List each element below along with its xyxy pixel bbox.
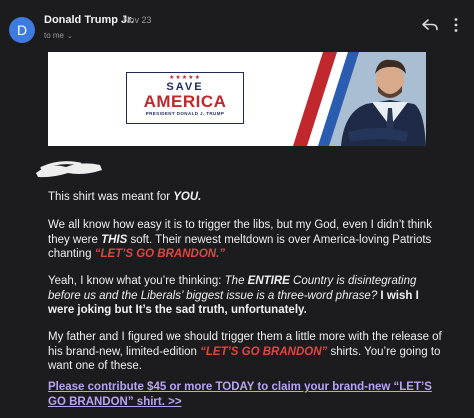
p3-italic-a: The (224, 275, 248, 287)
email-date: Nov 23 (123, 15, 152, 25)
p1-emphasis: YOU. (173, 191, 202, 203)
paragraph-2: We all know how easy it is to trigger th… (48, 218, 448, 262)
redaction-scribble (36, 161, 102, 178)
contribute-link[interactable]: Please contribute $45 or more TODAY to c… (48, 380, 448, 409)
p3-text-a: Yeah, I know what you’re thinking: (48, 275, 225, 287)
save-america-banner: ★★★★★ SAVE AMERICA PRESIDENT DONALD J. T… (48, 52, 426, 146)
logo-stars: ★★★★★ (169, 75, 201, 81)
sender-avatar[interactable]: D (9, 17, 35, 43)
reply-icon[interactable] (421, 18, 439, 32)
logo-america: AMERICA (143, 92, 227, 111)
chevron-down-icon[interactable]: ⌄ (67, 33, 73, 40)
recipient-line[interactable]: to me ⌄ (44, 31, 73, 40)
save-america-logo: ★★★★★ SAVE AMERICA PRESIDENT DONALD J. T… (126, 72, 244, 124)
recipient-label: to me (44, 31, 65, 40)
logo-subtitle: PRESIDENT DONALD J. TRUMP (145, 111, 225, 116)
p4-slogan: “LET’S GO BRANDON” (200, 345, 328, 358)
paragraph-3: Yeah, I know what you’re thinking: The E… (48, 274, 448, 318)
p3-emphasis: ENTIRE (247, 275, 290, 287)
p1-text: This shirt was meant for (48, 191, 174, 203)
paragraph-1: This shirt was meant for YOU. (48, 190, 448, 205)
sender-name[interactable]: Donald Trump Jr. (44, 14, 134, 26)
more-vertical-icon[interactable] (453, 17, 459, 33)
paragraph-4: My father and I figured we should trigge… (48, 330, 448, 374)
p2-slogan: “LET’S GO BRANDON.” (94, 248, 226, 260)
p2-emphasis: THIS (101, 233, 128, 246)
